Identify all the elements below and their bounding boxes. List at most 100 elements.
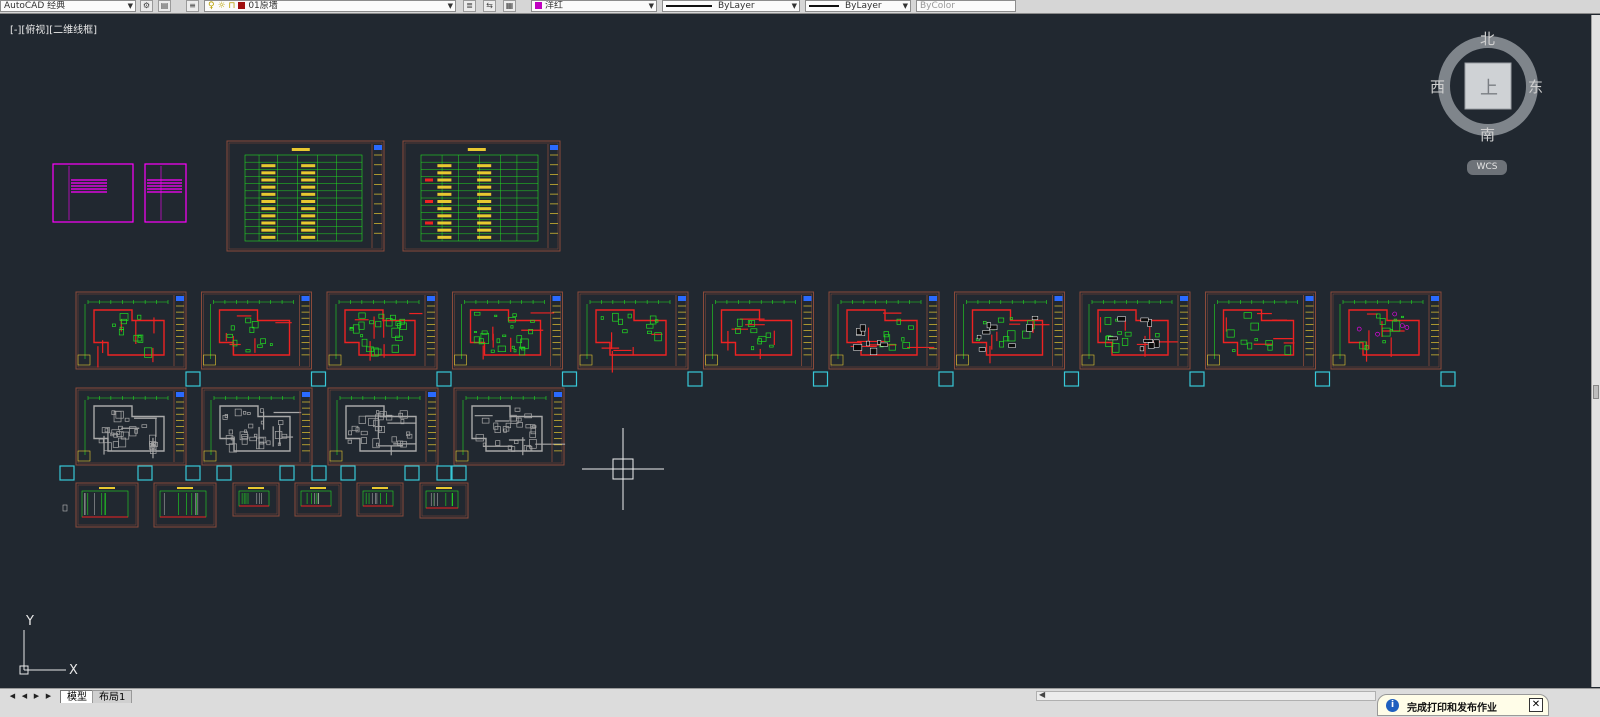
floor-plan-sheet <box>201 387 313 466</box>
color-value: 洋红 <box>545 1 564 11</box>
elevation-sheet <box>153 482 217 528</box>
last-tab-arrow-icon[interactable]: ▶ <box>44 691 53 702</box>
lock-icon: ⊓ <box>228 1 236 11</box>
elevation-sheet <box>356 482 404 517</box>
wcs-menu-button[interactable]: WCS <box>1467 160 1507 175</box>
layout-tab-bar: ◀ ◀ ▶ ▶ 模型 布局1 ◀ <box>0 688 1600 717</box>
selection-grip <box>687 371 703 387</box>
selection-grip <box>310 371 327 387</box>
scroll-left-arrow-icon[interactable]: ◀ <box>1039 690 1045 699</box>
selection-grip <box>1440 371 1456 387</box>
elevation-sheet <box>75 482 139 528</box>
table-sheet <box>226 140 385 252</box>
chevron-down-icon: ▼ <box>648 2 654 10</box>
selection-grip <box>279 465 295 481</box>
selection-grip <box>59 465 75 481</box>
ucs-x-label: X <box>69 663 78 678</box>
floor-plan-sheet <box>703 291 814 370</box>
next-tab-arrow-icon[interactable]: ▶ <box>32 691 41 702</box>
linetype-dropdown[interactable]: ByLayer ▼ <box>662 0 800 12</box>
plotstyle-value: ByColor <box>920 1 955 11</box>
elevation-sheet <box>419 482 469 519</box>
floor-plan-sheet <box>327 387 439 466</box>
info-icon: i <box>1386 699 1399 712</box>
horizontal-scrollbar[interactable]: ◀ <box>1036 690 1376 701</box>
layer-previous-icon[interactable]: ⇆ <box>483 0 496 12</box>
selection-grip <box>311 465 327 481</box>
selection-grip <box>561 371 578 387</box>
chevron-down-icon: ▼ <box>902 2 908 10</box>
scrollbar-thumb[interactable] <box>1593 385 1599 399</box>
layer-state-icon[interactable]: ▦ <box>503 0 516 12</box>
floor-plan-sheet <box>577 291 689 373</box>
floor-plan-sheet <box>326 291 438 370</box>
selection-grip <box>451 465 467 481</box>
layer-manager-icon[interactable]: ≡ <box>186 0 199 12</box>
selection-grip <box>1189 371 1205 387</box>
selection-grip <box>1063 371 1080 387</box>
floor-plan-sheet <box>452 291 563 370</box>
properties-toolbar: AutoCAD 经典 ▼ ⚙ ▤ ≡ ♀ ☼ ⊓ 01原墙 ▼ ≣ ⇆ ▦ 洋红… <box>0 0 1600 14</box>
viewcube-west[interactable]: 西 <box>1430 76 1445 97</box>
prev-tab-arrow-icon[interactable]: ◀ <box>20 691 29 702</box>
viewcube[interactable]: 北 南 西 东 上 <box>1428 18 1548 158</box>
notification-message[interactable]: 完成打印和发布作业 <box>1407 699 1497 714</box>
lineweight-value: ByLayer <box>845 1 882 11</box>
small-marker <box>62 504 68 512</box>
floor-plan-sheet <box>1330 291 1442 370</box>
floor-plan-sheet <box>201 291 312 370</box>
sun-icon: ☼ <box>217 1 226 11</box>
viewcube-top-face[interactable]: 上 <box>1480 74 1498 100</box>
selection-grip <box>137 465 153 481</box>
workspace-value: AutoCAD 经典 <box>4 1 66 11</box>
cover-sheet <box>52 163 134 223</box>
linetype-preview <box>666 4 712 7</box>
selection-grip <box>216 465 232 481</box>
linetype-value: ByLayer <box>718 1 755 11</box>
selection-grip <box>340 465 356 481</box>
model-space-canvas[interactable]: [-][俯视][二维线框] Y X <box>0 15 1591 703</box>
table-sheet <box>402 140 561 252</box>
layer-color-swatch <box>238 2 246 9</box>
ucs-y-label: Y <box>25 614 34 629</box>
selection-grip <box>436 371 452 387</box>
autocad-window: AutoCAD 经典 ▼ ⚙ ▤ ≡ ♀ ☼ ⊓ 01原墙 ▼ ≣ ⇆ ▦ 洋红… <box>0 0 1600 717</box>
floor-plan-sheet <box>75 291 187 370</box>
floor-plan-sheet <box>1079 291 1191 370</box>
floor-plan-sheet <box>954 291 1065 370</box>
selection-grip <box>812 371 829 387</box>
floor-plan-sheet <box>828 291 940 370</box>
lightbulb-icon: ♀ <box>208 1 215 11</box>
selection-grip <box>436 465 452 481</box>
plotstyle-dropdown[interactable]: ByColor <box>916 0 1016 12</box>
tab-layout1[interactable]: 布局1 <box>92 690 133 703</box>
tab-model[interactable]: 模型 <box>60 690 94 703</box>
cover-sheet <box>144 163 187 223</box>
first-tab-arrow-icon[interactable]: ◀ <box>8 691 17 702</box>
chevron-down-icon: ▼ <box>127 2 133 10</box>
selection-grip <box>1314 371 1331 387</box>
drawing-svg: Y X <box>19 140 1456 678</box>
workspace-save-icon[interactable]: ▤ <box>158 0 171 12</box>
floor-plan-sheet <box>1205 291 1316 370</box>
floor-plan-sheet <box>453 387 566 466</box>
close-icon[interactable]: ✕ <box>1529 698 1543 712</box>
viewcube-east[interactable]: 东 <box>1528 76 1543 97</box>
plot-notification-bubble[interactable]: i 完成打印和发布作业 ✕ <box>1377 694 1549 716</box>
vertical-scrollbar[interactable] <box>1591 15 1600 687</box>
layer-value: 01原墙 <box>248 1 278 11</box>
workspace-settings-gear-icon[interactable]: ⚙ <box>140 0 153 12</box>
make-current-layer-icon[interactable]: ≣ <box>463 0 476 12</box>
viewcube-south[interactable]: 南 <box>1480 124 1495 145</box>
color-dropdown[interactable]: 洋红 ▼ <box>531 0 657 12</box>
layer-dropdown[interactable]: ♀ ☼ ⊓ 01原墙 ▼ <box>204 0 456 12</box>
selection-grip <box>185 371 201 387</box>
workspace-dropdown[interactable]: AutoCAD 经典 ▼ <box>0 0 136 12</box>
elevation-sheet <box>232 482 280 517</box>
selection-grip <box>404 465 420 481</box>
elevation-sheet <box>294 482 342 517</box>
ucs-icon <box>19 630 66 675</box>
viewcube-north[interactable]: 北 <box>1480 28 1495 49</box>
lineweight-dropdown[interactable]: ByLayer ▼ <box>805 0 911 12</box>
chevron-down-icon: ▼ <box>447 2 453 10</box>
